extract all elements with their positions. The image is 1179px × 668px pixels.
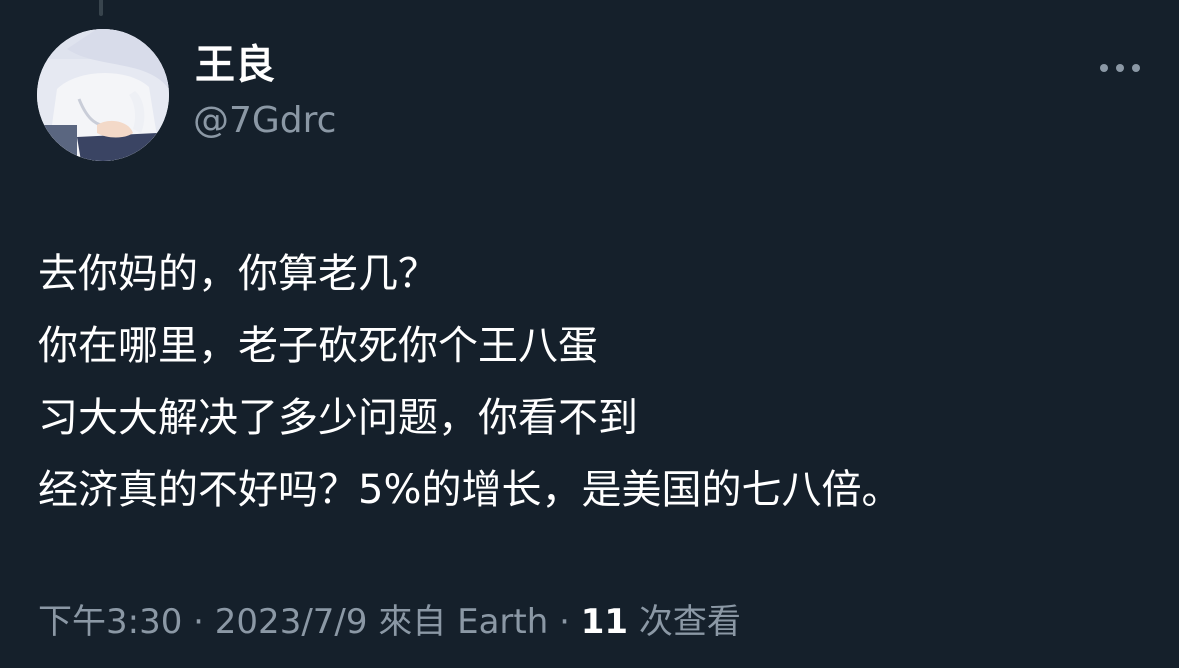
meta-separator: · <box>182 602 215 642</box>
tweet-line: 去你妈的，你算老几？ <box>38 251 438 297</box>
tweet-time[interactable]: 下午3:30 <box>38 602 182 642</box>
tweet-line: 你在哪里，老子砍死你个王八蛋 <box>38 323 598 369</box>
tweet-line: 经济真的不好吗？5%的增长，是美国的七八倍。 <box>38 467 902 513</box>
avatar[interactable] <box>37 29 169 161</box>
author-handle[interactable]: @7Gdrc <box>193 98 336 144</box>
avatar-image <box>37 29 169 161</box>
author-display-name[interactable]: 王良 <box>195 40 275 90</box>
more-horizontal-icon <box>1100 64 1140 72</box>
tweet-line: 习大大解决了多少问题，你看不到 <box>38 395 638 441</box>
meta-separator: · <box>548 602 581 642</box>
tweet-text: 去你妈的，你算老几？ 你在哪里，老子砍死你个王八蛋 习大大解决了多少问题，你看不… <box>38 238 1158 526</box>
more-options-button[interactable] <box>1088 50 1152 86</box>
views-label[interactable]: 次查看 <box>628 602 741 642</box>
tweet-date[interactable]: 2023/7/9 <box>215 602 368 642</box>
tweet-metadata: 下午3:30 · 2023/7/9 來自 Earth · 11 次查看 <box>38 598 741 646</box>
tweet-source: 來自 Earth <box>378 602 549 642</box>
thread-connector-line <box>99 0 103 16</box>
views-count[interactable]: 11 <box>581 602 628 642</box>
